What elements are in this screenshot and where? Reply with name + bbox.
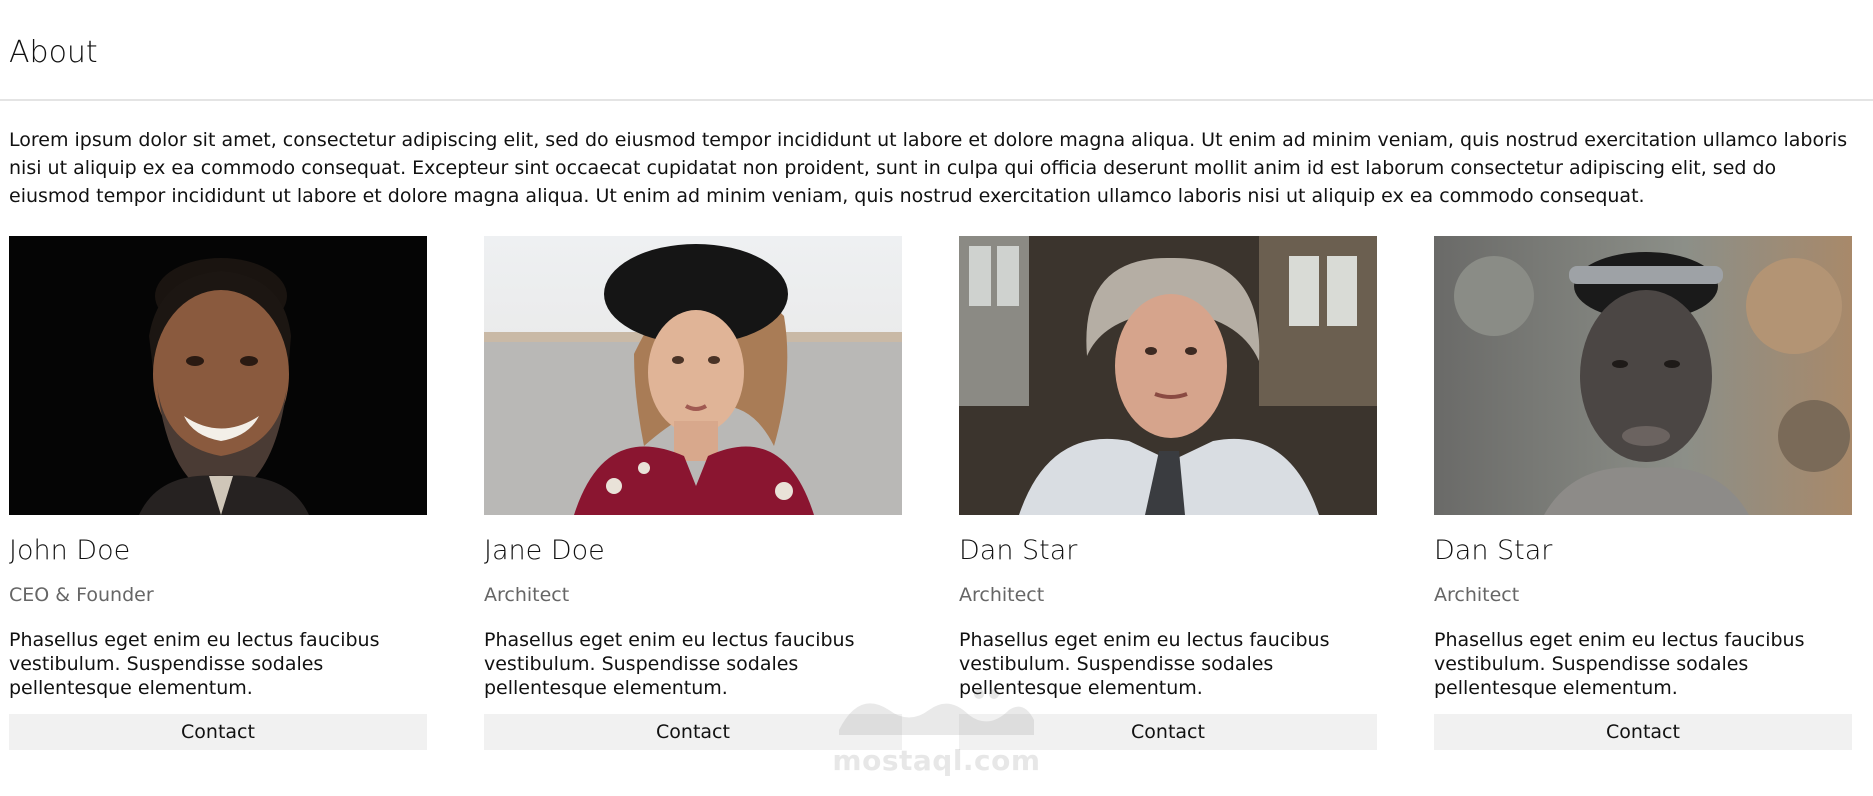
contact-button[interactable]: Contact	[1434, 714, 1852, 750]
contact-button[interactable]: Contact	[484, 714, 902, 750]
team-card: Jane Doe Architect Phasellus eget enim e…	[484, 236, 902, 750]
member-role: CEO & Founder	[9, 584, 154, 606]
member-name: Jane Doe	[484, 535, 605, 566]
member-name: Dan Star	[1434, 535, 1553, 566]
team-photo	[959, 236, 1377, 515]
portrait-image	[9, 236, 427, 515]
page-title: About	[9, 35, 98, 70]
member-description: Phasellus eget enim eu lectus faucibus v…	[484, 629, 855, 699]
portrait-image	[1434, 236, 1852, 515]
member-description: Phasellus eget enim eu lectus faucibus v…	[9, 629, 380, 699]
team-photo	[1434, 236, 1852, 515]
about-page: About Lorem ipsum dolor sit amet, consec…	[0, 0, 1873, 796]
team-photo	[484, 236, 902, 515]
contact-button[interactable]: Contact	[9, 714, 427, 750]
team-photo	[9, 236, 427, 515]
member-description: Phasellus eget enim eu lectus faucibus v…	[959, 629, 1330, 699]
member-role: Architect	[959, 584, 1045, 606]
page-header: About	[0, 0, 1873, 101]
member-description: Phasellus eget enim eu lectus faucibus v…	[1434, 629, 1805, 699]
portrait-image	[484, 236, 902, 515]
member-name: John Doe	[9, 535, 131, 566]
member-name: Dan Star	[959, 535, 1078, 566]
team-card: John Doe CEO & Founder Phasellus eget en…	[9, 236, 427, 750]
member-role: Architect	[484, 584, 570, 606]
contact-button[interactable]: Contact	[959, 714, 1377, 750]
intro-paragraph: Lorem ipsum dolor sit amet, consectetur …	[9, 129, 1848, 207]
team-card: Dan Star Architect Phasellus eget enim e…	[959, 236, 1377, 750]
team-grid: John Doe CEO & Founder Phasellus eget en…	[9, 236, 1855, 756]
portrait-image	[959, 236, 1377, 515]
team-card: Dan Star Architect Phasellus eget enim e…	[1434, 236, 1852, 750]
member-role: Architect	[1434, 584, 1520, 606]
